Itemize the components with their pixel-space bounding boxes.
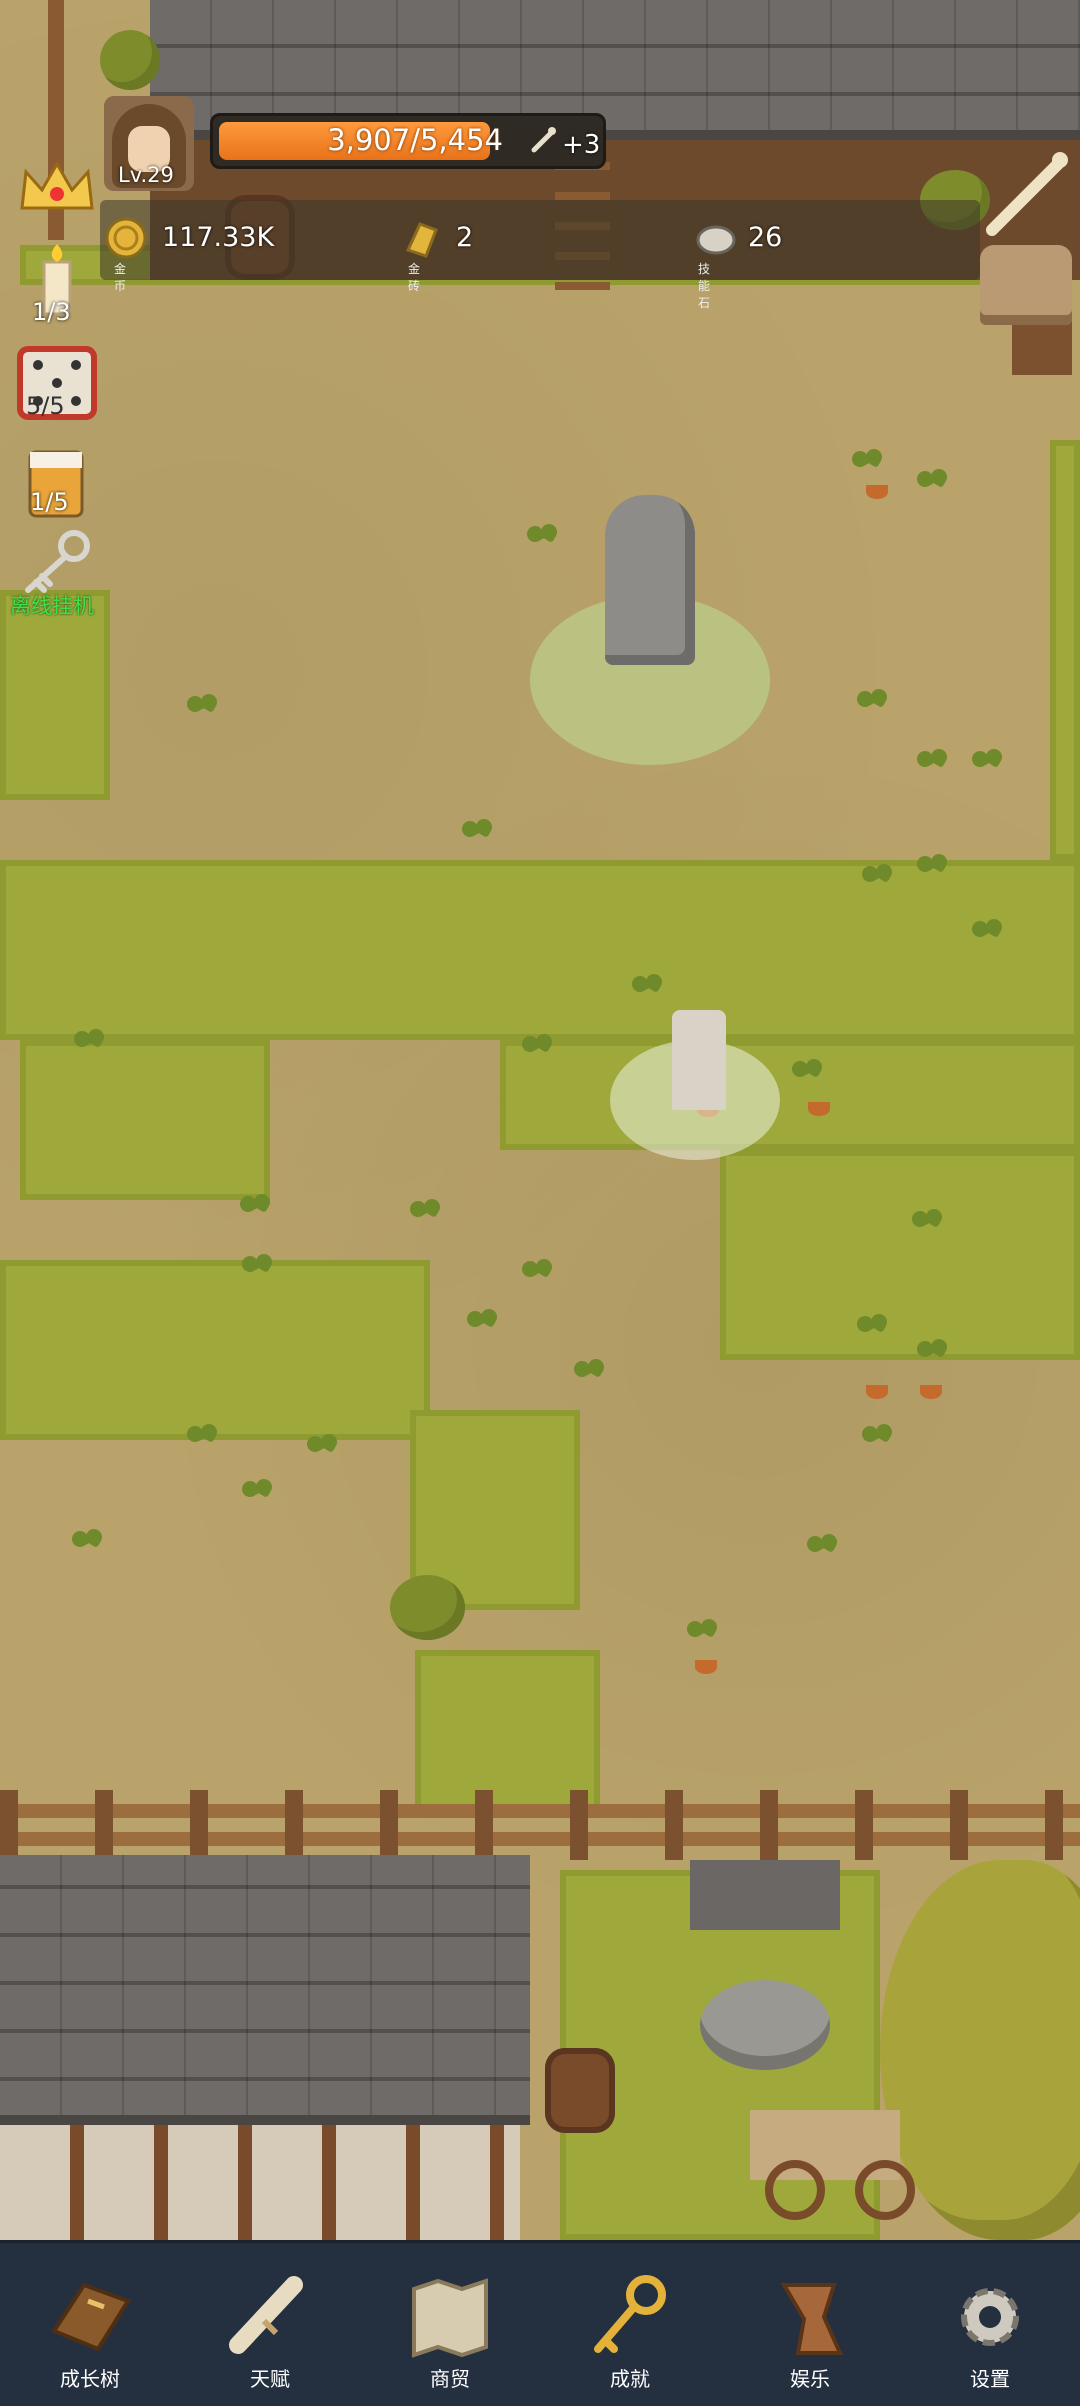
bone-icon xyxy=(531,127,556,153)
crop-plant xyxy=(185,1420,219,1450)
rune-stone[interactable] xyxy=(672,1010,726,1110)
crop-plant xyxy=(860,860,894,890)
nav-label: 成就 xyxy=(610,2367,650,2391)
crop-plant xyxy=(240,1250,274,1280)
crop-plant xyxy=(915,1335,949,1365)
nav-label: 设置 xyxy=(970,2367,1010,2391)
carrot xyxy=(866,485,888,499)
resource-label: 技能石 xyxy=(698,262,711,310)
crop-plant xyxy=(240,1475,274,1505)
resource-value: 117.33K xyxy=(162,222,275,253)
game-scene[interactable] xyxy=(0,0,1080,2240)
crop-plant xyxy=(72,1025,106,1055)
crop-plant xyxy=(465,1305,499,1335)
crop-plant xyxy=(305,1430,339,1460)
carrot xyxy=(808,1102,830,1116)
grass-patch xyxy=(0,1260,430,1440)
grass-patch xyxy=(0,860,1080,1040)
bottom-nav: 成长树 天赋 商贸 成就 娱乐 设置 xyxy=(0,2240,1080,2406)
skill-stone-icon xyxy=(696,225,736,255)
carrot xyxy=(695,1660,717,1674)
grass-patch xyxy=(20,1040,270,1200)
wooden-fence xyxy=(0,1790,1080,1860)
candle-count: 1/3 xyxy=(32,298,71,326)
crop-plant xyxy=(915,850,949,880)
crop-plant xyxy=(855,685,889,715)
bottom-building-wall xyxy=(0,2125,520,2240)
wooden-cart xyxy=(660,2110,930,2220)
bottom-building-roof xyxy=(0,1855,530,2125)
nav-label: 成长树 xyxy=(60,2367,120,2391)
book-icon xyxy=(51,2282,132,2352)
grass-patch xyxy=(0,590,110,800)
gear-icon xyxy=(961,2288,1019,2346)
key-icon xyxy=(594,2275,666,2353)
resource-value: 2 xyxy=(456,222,474,253)
cabbage xyxy=(390,1575,465,1640)
crop-plant xyxy=(185,690,219,720)
crop-plant xyxy=(805,1530,839,1560)
crop-plant xyxy=(910,1205,944,1235)
scroll-icon xyxy=(229,2276,303,2354)
beer-count: 1/5 xyxy=(30,488,69,516)
grass-patch xyxy=(415,1650,600,1810)
carrot xyxy=(920,1385,942,1399)
idle-key-icon[interactable] xyxy=(14,528,100,598)
crop-plant xyxy=(915,745,949,775)
map-icon xyxy=(412,2278,488,2358)
gold-brick-icon xyxy=(405,222,438,258)
goddess-statue[interactable] xyxy=(605,495,695,665)
crop-plant xyxy=(970,915,1004,945)
crop-plant xyxy=(860,1420,894,1450)
crop-plant xyxy=(572,1355,606,1385)
crop-plant xyxy=(408,1195,442,1225)
nav-label: 商贸 xyxy=(430,2367,470,2391)
crop-plant xyxy=(915,465,949,495)
bush xyxy=(100,30,160,90)
nav-growth-tree[interactable]: 成长树 xyxy=(0,2243,180,2406)
nav-talent[interactable]: 天赋 xyxy=(180,2243,360,2406)
crop-plant xyxy=(790,1055,824,1085)
crop-plant xyxy=(630,970,664,1000)
crop-plant xyxy=(970,745,1004,775)
player-level: Lv.29 xyxy=(118,163,174,187)
resource-label: 金币 xyxy=(114,262,127,293)
grass-patch xyxy=(720,1150,1080,1360)
crop-plant xyxy=(850,445,884,475)
barrel xyxy=(545,2048,615,2133)
resource-bar: 117.33K 金币 2 金砖 26 技能石 xyxy=(100,200,980,310)
crop-plant xyxy=(70,1525,104,1555)
crop-plant xyxy=(520,1030,554,1060)
resource-label: 金砖 xyxy=(408,262,421,293)
idle-label[interactable]: 离线挂机 xyxy=(10,590,94,620)
gold-coin-icon xyxy=(105,217,147,259)
nav-achievement[interactable]: 成就 xyxy=(540,2243,720,2406)
nav-label: 娱乐 xyxy=(790,2367,830,2391)
treasure-chest[interactable] xyxy=(980,245,1072,325)
crop-plant xyxy=(520,1255,554,1285)
dice-count: 5/5 xyxy=(26,392,65,420)
crop-plant xyxy=(238,1190,272,1220)
nav-label: 天赋 xyxy=(250,2367,290,2391)
crop-plant xyxy=(685,1615,719,1645)
nav-trade[interactable]: 商贸 xyxy=(360,2243,540,2406)
crop-plant xyxy=(855,1310,889,1340)
bone-sword-icon[interactable] xyxy=(980,150,1070,240)
exp-bonus: +3 xyxy=(562,130,601,160)
resource-value: 26 xyxy=(748,222,783,253)
water-well[interactable] xyxy=(690,1860,840,2090)
exp-text: 3,907/5,454 xyxy=(327,123,503,157)
nav-entertainment[interactable]: 娱乐 xyxy=(720,2243,900,2406)
crop-plant xyxy=(460,815,494,845)
nav-settings[interactable]: 设置 xyxy=(900,2243,1080,2406)
carrot xyxy=(866,1385,888,1399)
crown-icon[interactable] xyxy=(14,150,100,220)
grass-patch xyxy=(1050,440,1080,860)
leather-icon xyxy=(780,2283,844,2355)
crop-plant xyxy=(525,520,559,550)
